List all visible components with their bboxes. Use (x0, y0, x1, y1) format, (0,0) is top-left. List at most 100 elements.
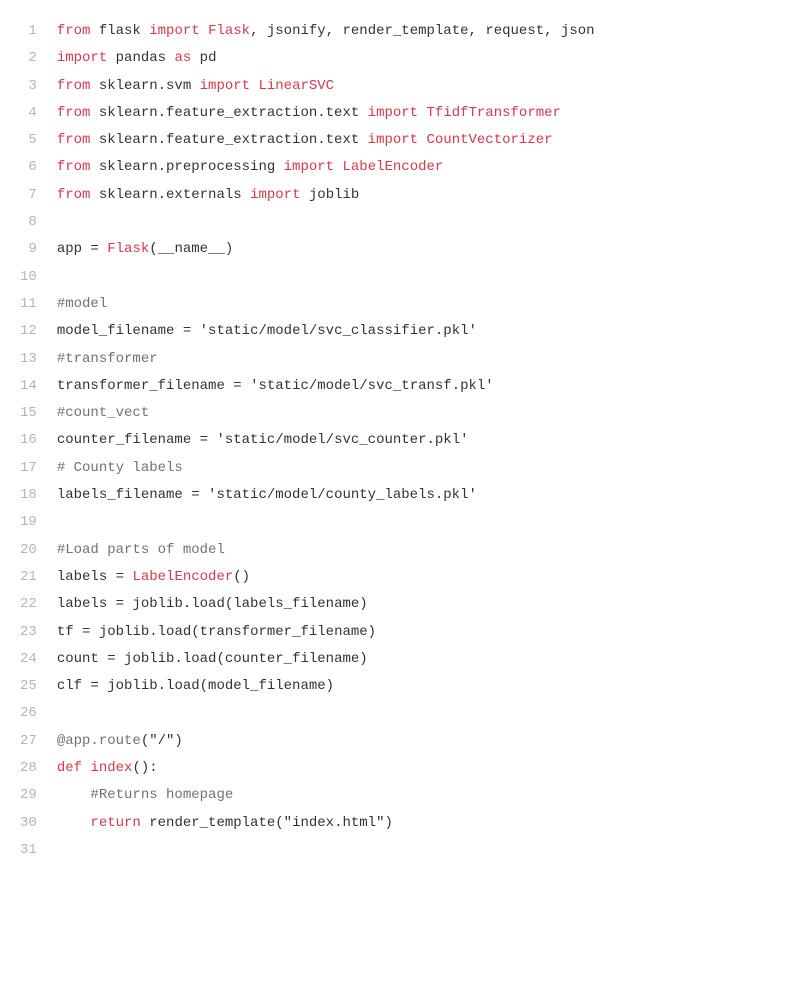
line-number: 5 (20, 127, 37, 154)
code-token: sklearn.feature_extraction.text (90, 105, 367, 121)
code-token: from (57, 187, 91, 203)
code-token: , jsonify, render_template, request, jso… (250, 23, 594, 39)
line-number: 23 (20, 619, 37, 646)
code-token: pd (191, 50, 216, 66)
code-line: @app.route("/") (57, 728, 777, 755)
code-token: from (57, 132, 91, 148)
code-token: joblib.load(counter_filename) (116, 651, 368, 667)
code-token: labels_filename (57, 487, 191, 503)
code-line: counter_filename = 'static/model/svc_cou… (57, 427, 777, 454)
code-token: = (90, 678, 98, 694)
code-token: () (233, 569, 250, 585)
code-line (57, 700, 777, 727)
code-token: import (200, 78, 250, 94)
code-token: = (107, 651, 115, 667)
code-line: from sklearn.externals import joblib (57, 182, 777, 209)
line-number: 29 (20, 782, 37, 809)
code-token: index (90, 760, 132, 776)
code-token: (__name__) (149, 241, 233, 257)
code-token: sklearn.externals (90, 187, 250, 203)
code-token: from (57, 159, 91, 175)
code-token: from (57, 78, 91, 94)
line-number: 25 (20, 673, 37, 700)
code-token: (): (132, 760, 157, 776)
code-token: import (57, 50, 107, 66)
line-number: 19 (20, 509, 37, 536)
code-token: @app.route (57, 733, 141, 749)
code-token: #count_vect (57, 405, 149, 421)
code-token: joblib.load(model_filename) (99, 678, 334, 694)
code-token: render_template( (141, 815, 284, 831)
code-line (57, 837, 777, 864)
code-token (418, 105, 426, 121)
code-token: = (191, 487, 199, 503)
code-line: return render_template("index.html") (57, 810, 777, 837)
code-line: labels = LabelEncoder() (57, 564, 777, 591)
code-token: #Returns homepage (90, 787, 233, 803)
line-number: 28 (20, 755, 37, 782)
code-token: #transformer (57, 351, 158, 367)
line-number-gutter: 1234567891011121314151617181920212223242… (10, 18, 57, 864)
code-token: # County labels (57, 460, 183, 476)
code-token: ("/") (141, 733, 183, 749)
code-token: Flask (107, 241, 149, 257)
code-token (57, 787, 91, 803)
code-line: app = Flask(__name__) (57, 236, 777, 263)
code-line: # County labels (57, 455, 777, 482)
line-number: 24 (20, 646, 37, 673)
code-token (418, 132, 426, 148)
code-line: #count_vect (57, 400, 777, 427)
code-line: #Returns homepage (57, 782, 777, 809)
code-token: LinearSVC (258, 78, 334, 94)
code-line: from sklearn.feature_extraction.text imp… (57, 127, 777, 154)
code-token: Flask (208, 23, 250, 39)
line-number: 9 (20, 236, 37, 263)
code-token: TfidfTransformer (427, 105, 561, 121)
code-line: clf = joblib.load(model_filename) (57, 673, 777, 700)
line-number: 20 (20, 537, 37, 564)
code-line: transformer_filename = 'static/model/svc… (57, 373, 777, 400)
code-token: from (57, 105, 91, 121)
code-line (57, 509, 777, 536)
code-token: sklearn.feature_extraction.text (90, 132, 367, 148)
code-token: = (116, 596, 124, 612)
code-token: labels (57, 596, 116, 612)
line-number: 30 (20, 810, 37, 837)
code-token: = (200, 432, 208, 448)
code-token: import (368, 132, 418, 148)
code-token: app (57, 241, 91, 257)
code-line: labels = joblib.load(labels_filename) (57, 591, 777, 618)
code-token: clf (57, 678, 91, 694)
code-line (57, 264, 777, 291)
line-number: 4 (20, 100, 37, 127)
code-line: from sklearn.feature_extraction.text imp… (57, 100, 777, 127)
code-token: tf (57, 624, 82, 640)
code-lines: from flask import Flask, jsonify, render… (57, 18, 777, 864)
line-number: 15 (20, 400, 37, 427)
line-number: 11 (20, 291, 37, 318)
code-line (57, 209, 777, 236)
code-line: #model (57, 291, 777, 318)
code-line: count = joblib.load(counter_filename) (57, 646, 777, 673)
code-token (57, 815, 91, 831)
code-token: = (183, 323, 191, 339)
code-token: 'static/model/svc_classifier.pkl' (200, 323, 477, 339)
line-number: 31 (20, 837, 37, 864)
line-number: 21 (20, 564, 37, 591)
line-number: 6 (20, 154, 37, 181)
code-token: joblib (300, 187, 359, 203)
code-token: ) (385, 815, 393, 831)
code-token (99, 241, 107, 257)
line-number: 26 (20, 700, 37, 727)
code-token: 'static/model/county_labels.pkl' (208, 487, 477, 503)
line-number: 16 (20, 427, 37, 454)
line-number: 3 (20, 73, 37, 100)
code-line: def index(): (57, 755, 777, 782)
code-token: import (149, 23, 199, 39)
code-token: joblib.load(transformer_filename) (90, 624, 376, 640)
code-token: return (90, 815, 140, 831)
code-token: import (368, 105, 418, 121)
code-line: #Load parts of model (57, 537, 777, 564)
code-token: import (284, 159, 334, 175)
code-token: def (57, 760, 82, 776)
